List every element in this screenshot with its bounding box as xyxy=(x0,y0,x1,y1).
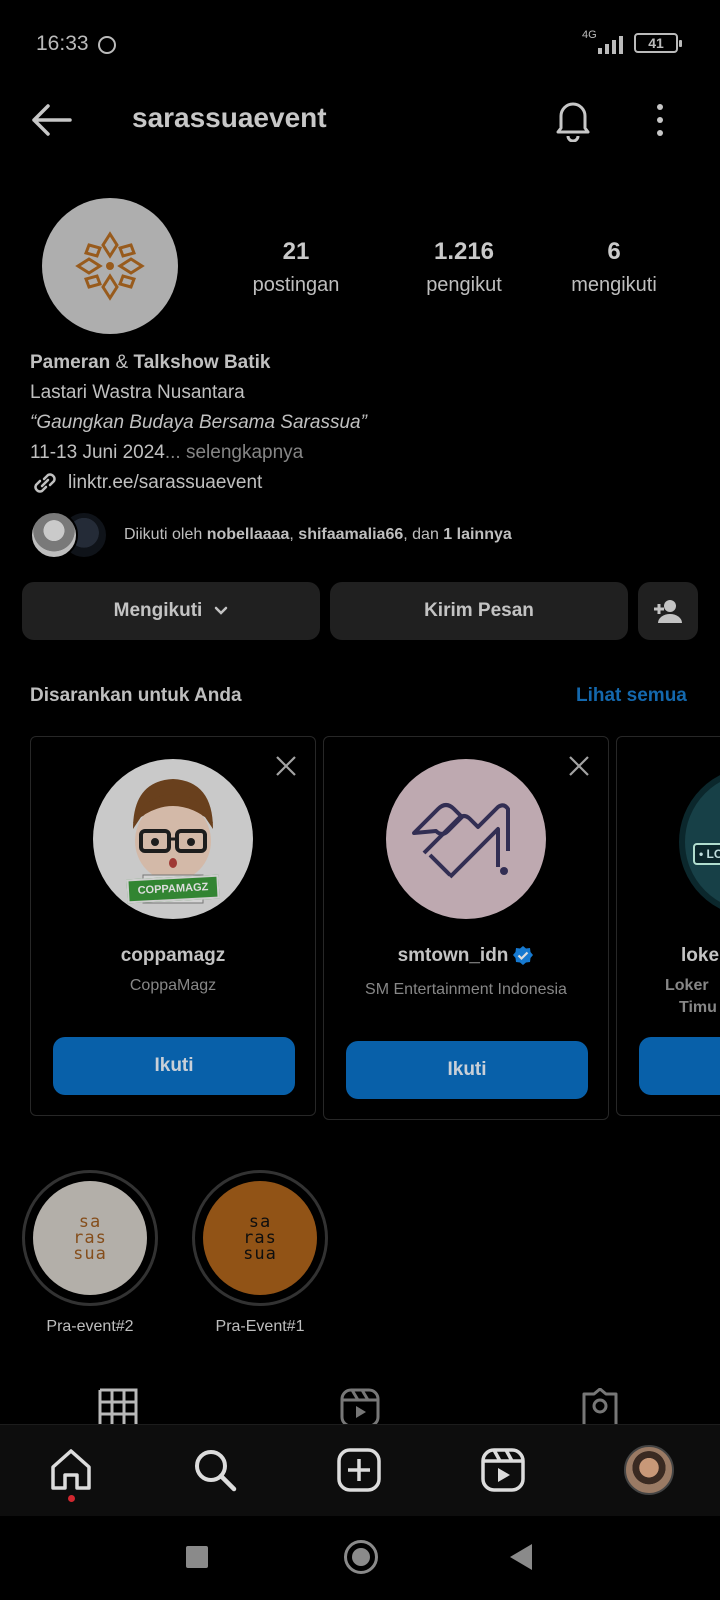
search-icon[interactable] xyxy=(192,1447,238,1493)
suggestion-card[interactable]: smtown_idn SM Entertainment Indonesia Ik… xyxy=(323,736,609,1120)
bell-icon[interactable] xyxy=(552,96,594,142)
posts-label: postingan xyxy=(252,274,340,296)
profile-tab-avatar[interactable] xyxy=(624,1445,674,1495)
see-more-link: ... selengkapnya xyxy=(164,442,304,463)
signal-icon xyxy=(598,36,623,54)
chevron-down-icon xyxy=(215,606,228,615)
sm-logo-icon xyxy=(412,803,510,879)
followers-label: pengikut xyxy=(426,274,502,296)
suggestion-username-row[interactable]: smtown_idn xyxy=(324,945,608,967)
close-icon[interactable] xyxy=(568,755,590,777)
following-button[interactable]: Mengikuti xyxy=(22,582,320,640)
highlight-ring: sa ras sua xyxy=(22,1170,158,1306)
verified-badge-icon xyxy=(513,946,534,965)
content-tabs xyxy=(0,1388,720,1424)
tagged-icon[interactable] xyxy=(580,1388,620,1424)
back-triangle-icon[interactable] xyxy=(510,1544,532,1570)
home-notification-dot xyxy=(68,1495,75,1502)
follow-button[interactable]: Ikuti xyxy=(53,1037,295,1095)
suggestion-username[interactable]: smtown_idn xyxy=(398,945,509,967)
mutual-followers-text: Diikuti oleh nobellaaaa, shifaamalia66, … xyxy=(124,526,512,543)
bottom-navigation xyxy=(0,1424,720,1516)
follow-button[interactable]: Ikuti xyxy=(346,1041,588,1099)
suggestion-avatar[interactable]: COPPAMAGZ xyxy=(93,759,253,919)
bio-title: Pameran & Talkshow Batik xyxy=(30,352,271,373)
mutual-followers[interactable]: Diikuti oleh nobellaaaa, shifaamalia66, … xyxy=(30,510,512,560)
create-post-icon[interactable] xyxy=(336,1447,382,1493)
suggestion-card[interactable]: • LO loke LokerTimu xyxy=(616,736,720,1116)
stat-following[interactable]: 6 mengikuti xyxy=(562,238,666,297)
loker-badge: • LO xyxy=(693,843,720,865)
sarassua-logo: sa ras sua xyxy=(203,1181,317,1295)
highlight-label: Pra-Event#1 xyxy=(215,1318,305,1335)
back-arrow-icon[interactable] xyxy=(28,100,74,140)
suggestion-username[interactable]: coppamagz xyxy=(31,945,315,967)
bio-link[interactable]: linktr.ee/sarassuaevent xyxy=(30,468,690,498)
follow-button[interactable] xyxy=(639,1037,720,1095)
close-icon[interactable] xyxy=(275,755,297,777)
posts-count: 21 xyxy=(282,238,310,265)
suggestion-avatar[interactable] xyxy=(386,759,546,919)
grid-icon[interactable] xyxy=(98,1388,138,1424)
highlight-ring: sa ras sua xyxy=(192,1170,328,1306)
following-count: 6 xyxy=(607,238,621,265)
bio-line-4[interactable]: 11-13 Juni 2024... selengkapnya xyxy=(30,438,690,468)
coppamagz-badge: COPPAMAGZ xyxy=(126,874,220,904)
highlight-label: Pra-event#2 xyxy=(46,1318,134,1335)
suggestion-fullname: Loker Timu xyxy=(665,977,717,1016)
battery-icon: 41 xyxy=(634,33,682,53)
profile-avatar[interactable] xyxy=(42,198,178,334)
followers-count: 1.216 xyxy=(433,238,495,265)
stat-followers[interactable]: 1.216 pengikut xyxy=(412,238,516,297)
suggestions-title: Disarankan untuk Anda xyxy=(30,685,242,706)
system-navigation-bar xyxy=(0,1516,720,1600)
sarassua-logo: sa ras sua xyxy=(33,1181,147,1295)
suggest-users-button[interactable] xyxy=(638,582,698,640)
profile-header: sarassuaevent xyxy=(0,90,720,150)
link-icon xyxy=(34,473,56,493)
following-label: mengikuti xyxy=(571,274,657,296)
reels-icon[interactable] xyxy=(480,1447,526,1493)
more-options-icon[interactable] xyxy=(650,100,670,140)
suggestion-avatar[interactable]: • LO xyxy=(679,767,720,917)
suggestion-username[interactable]: loke xyxy=(681,945,719,967)
add-person-icon xyxy=(654,600,682,623)
stat-posts[interactable]: 21 postingan xyxy=(244,238,348,297)
reels-tab-icon[interactable] xyxy=(340,1388,380,1424)
network-type: 4G xyxy=(582,29,597,41)
recent-apps-icon[interactable] xyxy=(186,1546,208,1568)
story-highlight[interactable]: sa ras sua Pra-event#2 xyxy=(22,1170,158,1336)
story-highlight[interactable]: sa ras sua Pra-Event#1 xyxy=(192,1170,328,1336)
bio-line-2: Lastari Wastra Nusantara xyxy=(30,382,245,403)
notification-icon xyxy=(98,36,116,54)
home-icon[interactable] xyxy=(48,1447,94,1493)
status-bar: 16:33 4G 41 xyxy=(0,0,720,90)
suggestion-fullname: SM Entertainment Indonesia xyxy=(365,981,567,998)
bio-link-text[interactable]: linktr.ee/sarassuaevent xyxy=(68,468,262,498)
following-button-label: Mengikuti xyxy=(113,600,203,621)
message-button[interactable]: Kirim Pesan xyxy=(330,582,628,640)
see-all-link[interactable]: Lihat semua xyxy=(576,685,687,707)
suggestion-card[interactable]: COPPAMAGZ coppamagz CoppaMagz Ikuti xyxy=(30,736,316,1116)
mutual-follower-avatar xyxy=(30,511,78,559)
profile-bio: Pameran & Talkshow Batik Lastari Wastra … xyxy=(30,348,690,498)
suggestion-fullname: CoppaMagz xyxy=(129,977,217,994)
bio-line-3: “Gaungkan Budaya Bersama Sarassua” xyxy=(30,412,367,433)
batik-logo-icon xyxy=(75,231,145,301)
status-time: 16:33 xyxy=(36,32,89,55)
message-button-label: Kirim Pesan xyxy=(424,600,534,621)
home-button-icon[interactable] xyxy=(344,1540,378,1574)
profile-username: sarassuaevent xyxy=(132,102,327,133)
